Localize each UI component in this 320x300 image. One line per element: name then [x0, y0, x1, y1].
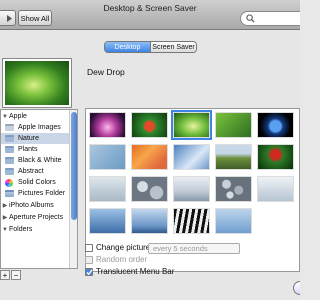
source-scrollbar[interactable] [69, 110, 77, 268]
source-label: Black & White [18, 157, 62, 164]
wallpaper-preview [3, 59, 71, 107]
source-item-pictures-folder[interactable]: Pictures Folder [1, 188, 71, 199]
wallpaper-thumbnail[interactable] [299, 144, 300, 170]
wallpaper-thumbnail[interactable] [89, 176, 126, 202]
source-label: Pictures Folder [18, 190, 66, 197]
add-folder-button[interactable]: + [0, 270, 10, 280]
source-item-plants[interactable]: Plants [1, 144, 71, 155]
translucent-menu-bar-label: Translucent Menu Bar [96, 267, 175, 276]
source-list[interactable]: ▼ Apple Apple Images Nature Plants Black … [0, 109, 78, 269]
wallpaper-name: Dew Drop [87, 67, 125, 77]
source-label: Solid Colors [18, 179, 56, 186]
tab-bar: Desktop Screen Saver [104, 41, 197, 53]
wallpaper-thumbnail[interactable] [299, 176, 300, 202]
source-item-nature[interactable]: Nature [1, 133, 71, 144]
wallpaper-thumbnail[interactable] [257, 112, 294, 138]
change-picture-checkbox[interactable] [85, 244, 93, 252]
source-item-black-white[interactable]: Black & White [1, 155, 71, 166]
wallpaper-thumbnail[interactable] [257, 176, 294, 202]
source-label: Nature [18, 135, 40, 142]
source-label: Folders [9, 226, 33, 233]
source-item-solid-colors[interactable]: Solid Colors [1, 177, 71, 188]
forward-button[interactable] [0, 10, 16, 26]
remove-folder-button[interactable]: − [11, 270, 21, 280]
wallpaper-thumbnail[interactable] [131, 176, 168, 202]
source-label: Apple Images [18, 124, 61, 131]
interval-select[interactable]: every 5 seconds [148, 243, 240, 254]
wallpaper-thumbnail[interactable] [215, 176, 252, 202]
wallpaper-thumbnail-selected[interactable] [171, 110, 212, 140]
color-wheel-icon [5, 178, 13, 187]
source-item-apple-images[interactable]: Apple Images [1, 122, 71, 133]
source-item-abstract[interactable]: Abstract [1, 166, 71, 177]
source-label: Abstract [18, 168, 44, 175]
toolbar: Desktop & Screen Saver Show All [0, 0, 300, 30]
source-label: Plants [18, 146, 38, 153]
pictures-folder-icon [5, 190, 14, 197]
source-group-iphoto[interactable]: ▶ iPhoto Albums [1, 200, 71, 211]
source-label: Apple [9, 113, 27, 120]
apple-icon [5, 124, 14, 131]
translucent-menu-bar-checkbox[interactable] [85, 268, 93, 276]
tab-desktop[interactable]: Desktop [105, 42, 150, 52]
wallpaper-thumbnail[interactable] [215, 112, 252, 138]
wallpaper-thumbnail[interactable] [131, 112, 168, 138]
source-group-aperture[interactable]: ▶ Aperture Projects [1, 212, 71, 223]
wallpaper-thumbnail[interactable] [89, 144, 126, 170]
wallpaper-thumbnail[interactable] [215, 144, 252, 170]
scrollbar-thumb[interactable] [71, 112, 77, 220]
disclosure-closed-icon: ▶ [2, 203, 8, 209]
source-label: Aperture Projects [9, 214, 64, 221]
search-icon [246, 14, 255, 23]
folder-icon [5, 157, 14, 164]
wallpaper-thumbnail[interactable] [89, 208, 126, 234]
folder-icon [5, 135, 14, 142]
chevron-right-icon [7, 14, 12, 22]
wallpaper-thumbnail[interactable] [173, 144, 210, 170]
wallpaper-thumbnail[interactable] [131, 144, 168, 170]
wallpaper-thumbnail[interactable] [89, 112, 126, 138]
source-group-folders[interactable]: ▼ Folders [1, 224, 71, 235]
wallpaper-thumbnail[interactable] [257, 144, 294, 170]
show-all-button[interactable]: Show All [18, 10, 52, 26]
search-input[interactable] [240, 11, 300, 26]
folder-icon [5, 168, 14, 175]
change-picture-label: Change picture: [96, 243, 153, 252]
disclosure-open-icon: ▼ [2, 113, 8, 120]
disclosure-open-icon: ▼ [2, 226, 8, 233]
source-group-apple[interactable]: ▼ Apple [1, 111, 71, 122]
wallpaper-thumbnail[interactable] [173, 176, 210, 202]
tab-screen-saver[interactable]: Screen Saver [151, 42, 196, 52]
wallpaper-thumbnail[interactable] [299, 112, 300, 138]
checkmark-icon [86, 269, 93, 276]
wallpaper-thumbnail[interactable] [215, 208, 252, 234]
preferences-window: Desktop & Screen Saver Show All Desktop … [0, 0, 300, 300]
wallpaper-thumbnail[interactable] [131, 208, 168, 234]
source-label: iPhoto Albums [9, 202, 54, 209]
help-button[interactable] [293, 281, 300, 295]
wallpaper-thumbnail[interactable] [173, 208, 210, 234]
random-order-label: Random order [96, 255, 148, 264]
folder-icon [5, 146, 14, 153]
disclosure-closed-icon: ▶ [2, 215, 8, 221]
random-order-checkbox[interactable] [85, 256, 93, 264]
